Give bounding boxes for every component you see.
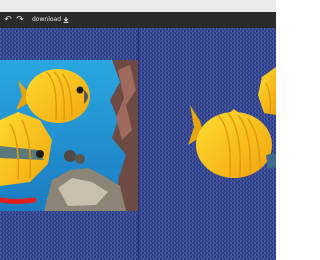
download-label: download [32, 16, 62, 23]
cutout-result [188, 67, 276, 178]
download-icon [63, 17, 69, 23]
editor-toolbar: ↶ ↷ download [0, 12, 276, 28]
original-photo [0, 60, 138, 211]
red-brush-stroke [0, 197, 37, 204]
cutout-fish [188, 105, 276, 178]
download-button[interactable]: download [32, 15, 69, 25]
undo-icon[interactable]: ↶ [2, 14, 14, 26]
browser-top-strip [0, 0, 276, 12]
redo-icon[interactable]: ↷ [14, 14, 26, 26]
compare-divider[interactable] [138, 28, 139, 260]
